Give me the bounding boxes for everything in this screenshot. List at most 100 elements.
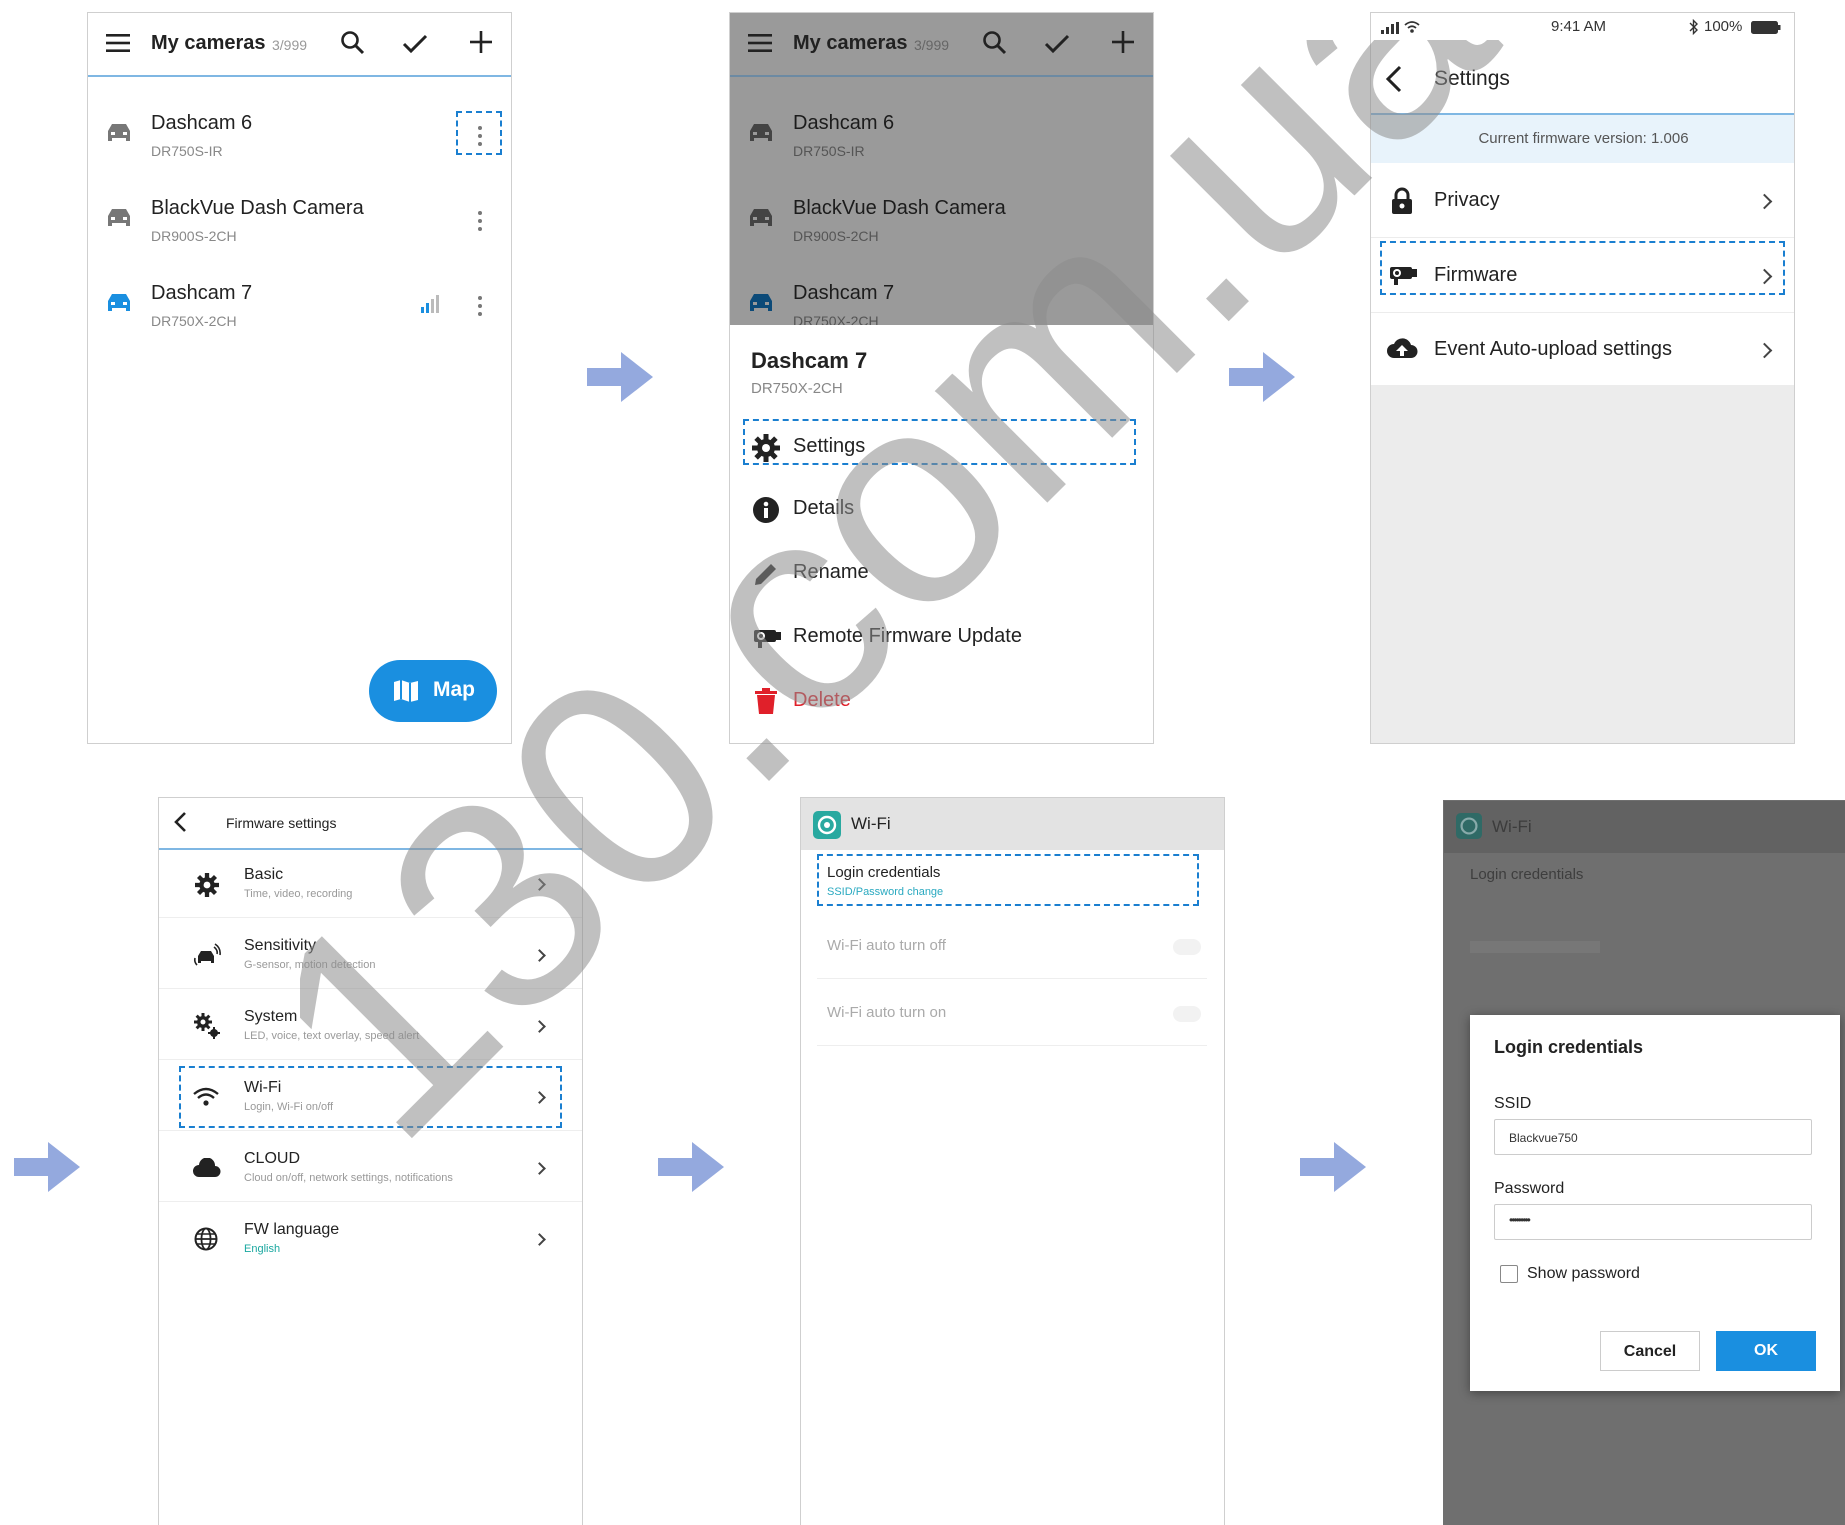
map-button[interactable]: Map [369,660,497,722]
camera-model: DR750S-IR [151,143,223,159]
more-options-icon[interactable] [478,296,482,320]
flow-arrow-right-icon [1229,352,1295,402]
camera-row: Dashcam 6 DR750S-IR [730,103,1153,173]
check-icon[interactable] [402,33,428,55]
chevron-right-icon [1756,342,1773,359]
ssid-input[interactable]: Blackvue750 [1494,1119,1812,1155]
settings-item-label: Privacy [1434,189,1500,211]
wifi-item-auto-turn-off[interactable]: Wi-Fi auto turn off [817,913,1207,979]
app-bar: My cameras 3/999 [730,13,1153,75]
battery-percent: 100% [1704,18,1743,35]
settings-item-privacy[interactable]: Privacy [1371,163,1794,237]
menu-icon [748,34,772,52]
menu-item-label: Details [793,497,855,519]
fw-item-label: Sensitivity [244,937,317,954]
ok-button[interactable]: OK [1716,1331,1816,1371]
camera-model: DR900S-2CH [151,228,237,244]
firmware-highlight [1380,241,1785,295]
camera-row[interactable]: BlackVue Dash Camera DR900S-2CH [88,188,511,258]
password-label: Password [1494,1180,1565,1197]
camera-model: DR750X-2CH [793,313,879,325]
page-title: My cameras [793,32,908,54]
screen-firmware-settings: Firmware settings Basic Time, video, rec… [158,797,583,1525]
fw-item-fw-language[interactable]: FW language English [159,1207,582,1273]
dashcam-icon [754,630,781,648]
back-icon[interactable] [173,811,187,833]
auto-off-toggle[interactable] [1173,939,1201,955]
settings-item-event-auto-upload[interactable]: Event Auto-upload settings [1371,313,1794,385]
show-password-checkbox[interactable] [1500,1265,1518,1283]
menu-item-label: Rename [793,561,869,583]
back-icon[interactable] [1385,65,1403,93]
page-title: My cameras [151,32,266,54]
map-label: Map [433,678,475,701]
fw-item-system[interactable]: System LED, voice, text overlay, speed a… [159,994,582,1060]
camera-name: Dashcam 6 [793,112,895,134]
search-icon [983,31,1007,55]
page-title: Wi-Fi [1492,817,1532,836]
flow-arrow-right-icon [14,1142,80,1192]
gears-icon [194,1013,220,1039]
flow-arrow-right-icon [658,1142,724,1192]
fw-item-label: FW language [244,1221,340,1238]
wifi-item-auto-turn-on[interactable]: Wi-Fi auto turn on [817,980,1207,1046]
page-title: Wi-Fi [851,814,891,833]
chevron-right-icon [533,1233,546,1246]
camera-row[interactable]: Dashcam 7 DR750X-2CH [88,273,511,343]
globe-icon [194,1227,218,1251]
auto-on-toggle[interactable] [1173,1006,1201,1022]
chevron-right-icon [533,1020,546,1033]
fw-item-label: System [244,1008,298,1025]
page-title: Settings [1434,67,1510,90]
search-icon[interactable] [340,30,366,56]
cellular-signal-icon [1381,22,1399,34]
dimmed-overlay: My cameras 3/999 Dashcam 6 DR750S-IR Bla… [730,13,1153,325]
fw-item-cloud[interactable]: CLOUD Cloud on/off, network settings, no… [159,1136,582,1202]
camera-row[interactable]: Dashcam 6 DR750S-IR [88,103,511,173]
menu-item-remote-firmware-update[interactable]: Remote Firmware Update [730,613,1153,661]
menu-item-label: Delete [793,689,851,711]
screen-settings: 9:41 AM 100% Settings Current firmware v… [1370,12,1795,744]
bg-login-credentials: Login credentials [1470,866,1584,883]
camera-model: DR750S-IR [793,143,865,159]
divider [159,848,582,850]
fw-item-sub: Cloud on/off, network settings, notifica… [244,1172,453,1184]
screen-login-credentials-dialog: Wi-Fi Login credentials Login credential… [1443,800,1845,1525]
status-time: 9:41 AM [1551,18,1607,35]
more-options-icon[interactable] [478,211,482,235]
menu-icon[interactable] [106,33,130,53]
cloud-upload-icon [1387,338,1418,358]
title-bar: Wi-Fi [801,798,1224,850]
add-icon[interactable] [470,31,492,53]
settings-item-label: Event Auto-upload settings [1434,338,1672,360]
wifi-item-label: Wi-Fi auto turn on [827,1004,947,1021]
menu-item-rename[interactable]: Rename [730,549,1153,597]
menu-item-delete[interactable]: Delete [730,677,1153,725]
camera-name: Dashcam 6 [151,112,253,134]
wifi-icon [1404,21,1420,33]
camera-row: Dashcam 7 DR750X-2CH [730,273,1153,325]
firmware-version-banner: Current firmware version: 1.006 [1371,115,1794,163]
camera-count: 3/999 [914,37,950,53]
chevron-right-icon [1756,193,1773,210]
login-dialog: Login credentials SSID Blackvue750 Passw… [1470,1015,1840,1391]
password-input[interactable]: ••••••••• [1494,1204,1812,1240]
dialog-title: Login credentials [1494,1037,1644,1057]
fw-item-sensitivity[interactable]: Sensitivity G-sensor, motion detection [159,923,582,989]
flow-arrow-right-icon [1300,1142,1366,1192]
page-title: Firmware settings [226,815,337,831]
car-icon [108,124,130,141]
trash-icon [755,688,777,714]
fw-item-basic[interactable]: Basic Time, video, recording [159,852,582,918]
sheet-model: DR750X-2CH [751,380,843,397]
pencil-icon [755,564,776,585]
divider [730,75,1153,77]
wifi-item-label: Wi-Fi auto turn off [827,937,946,954]
cancel-button[interactable]: Cancel [1600,1331,1700,1371]
fw-item-label: CLOUD [244,1150,301,1167]
fw-item-sub: LED, voice, text overlay, speed alert [244,1030,420,1042]
chevron-right-icon [533,1162,546,1175]
gear-icon [195,873,219,897]
menu-item-details[interactable]: Details [730,485,1153,533]
camera-name: Dashcam 7 [793,282,895,304]
